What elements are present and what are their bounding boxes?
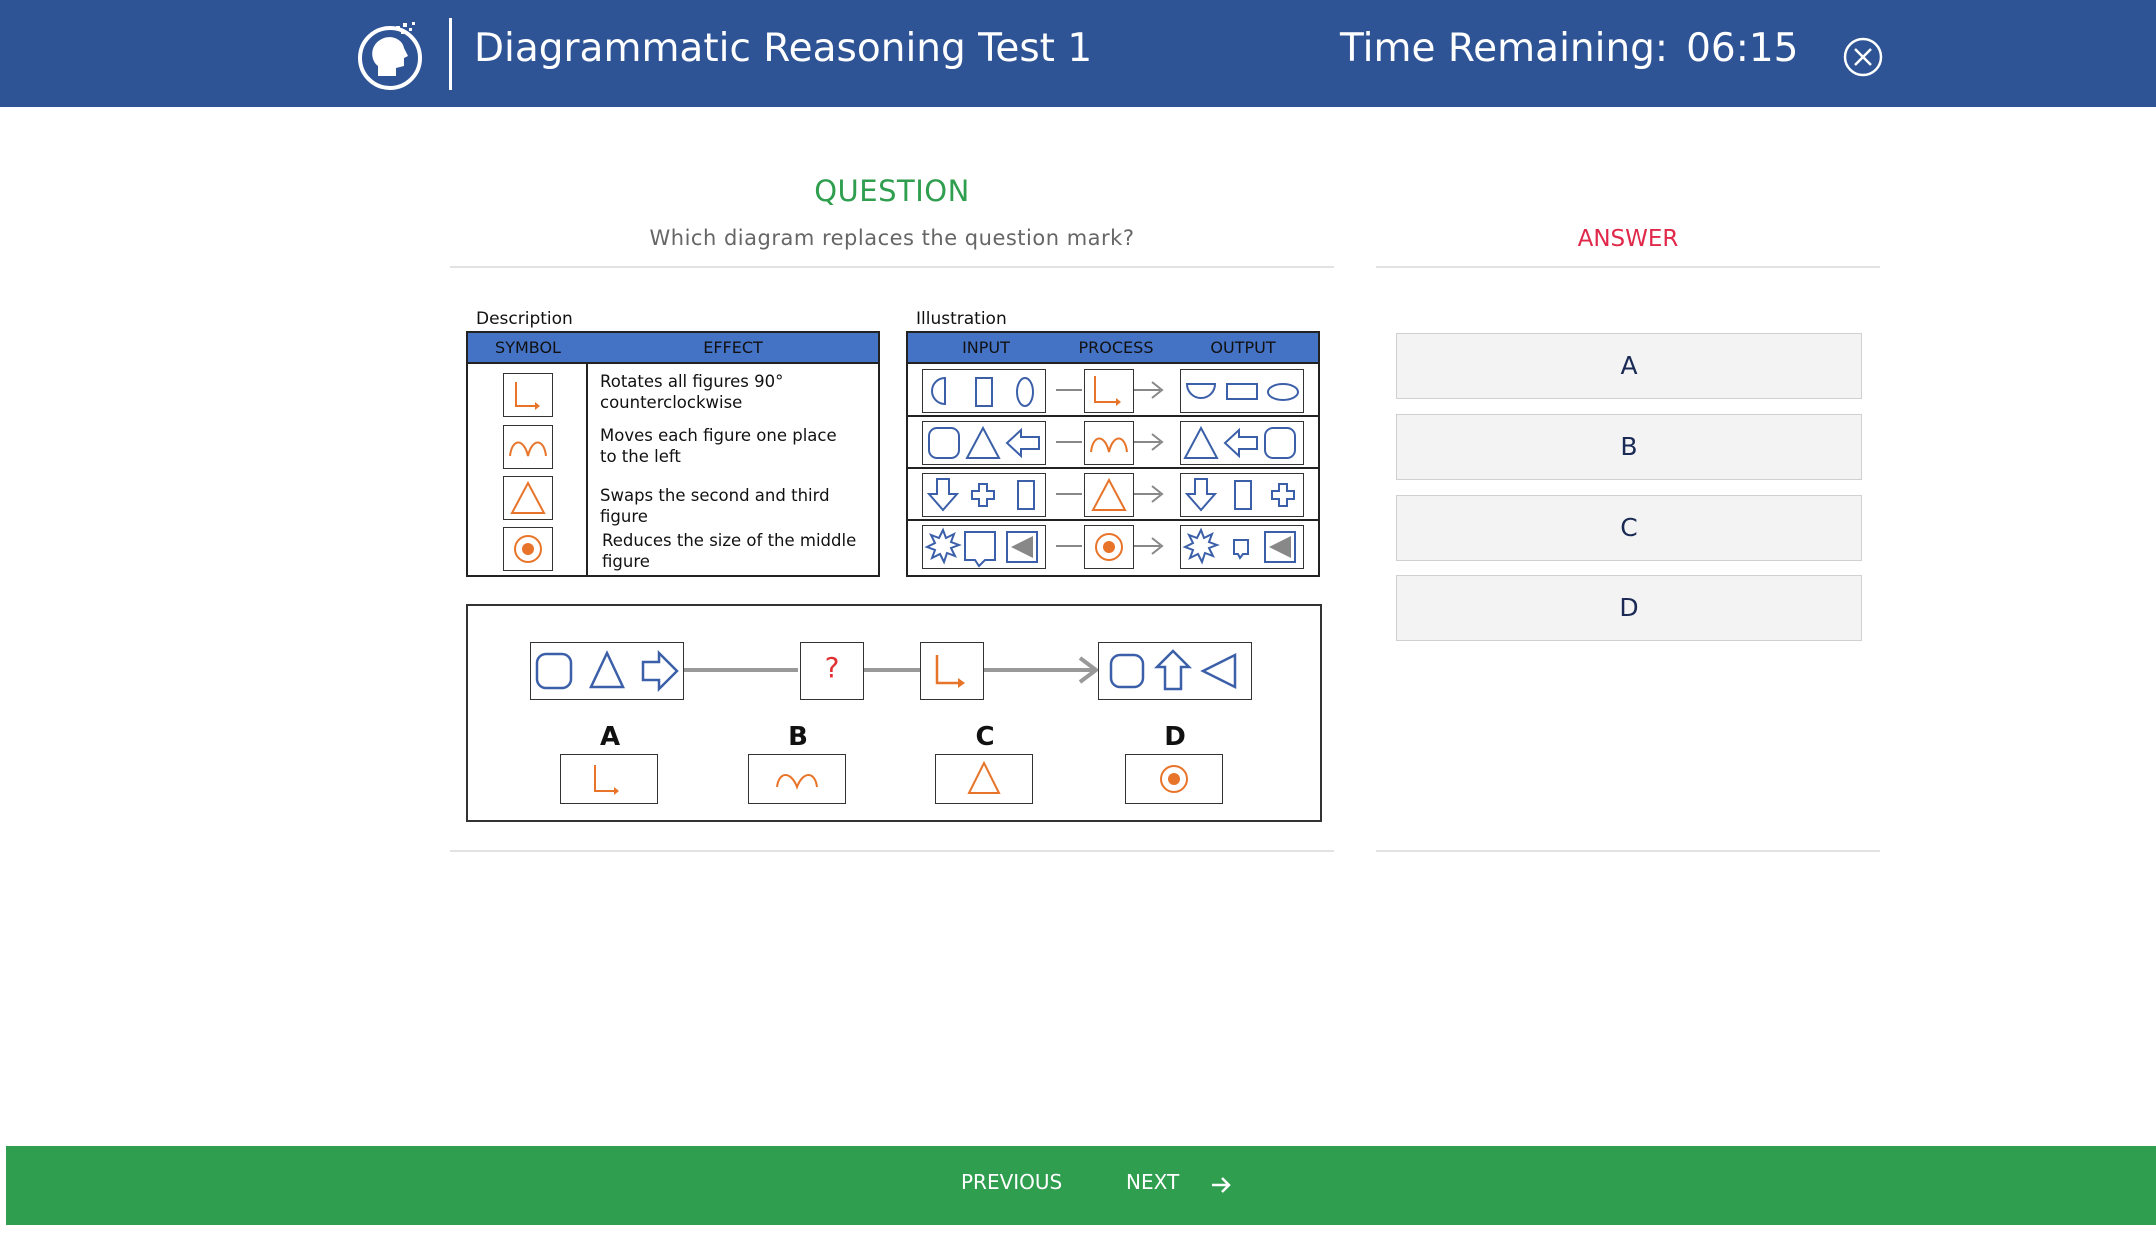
illustration-row-divider-1 [908,415,1318,417]
effect-row-4: Reduces the size of the middle figure [602,530,856,572]
bottom-nav-bar: PREVIOUS NEXT [6,1146,2156,1225]
illustration-table: INPUT PROCESS OUTPUT [906,331,1320,577]
illustration-row-divider-3 [908,519,1318,521]
answer-button-a[interactable]: A [1396,333,1862,399]
answer-bottom-divider [1376,850,1880,852]
description-column-divider [586,364,588,575]
close-circle-icon[interactable] [1842,36,1884,78]
option-b-double-arch-icon [748,754,846,804]
header-divider [449,18,452,90]
double-arch-icon [503,425,553,469]
puzzle-unknown-symbol: ? [800,642,864,700]
effect-row-3: Swaps the second and third figure [600,485,878,527]
question-prompt: Which diagram replaces the question mark… [649,226,1135,250]
previous-button[interactable]: PREVIOUS [961,1170,1062,1194]
col-header-output: OUTPUT [1210,338,1276,357]
question-bottom-divider [450,850,1334,852]
timer-label: Time Remaining: [1340,26,1669,71]
timer-value: 06:15 [1686,26,1799,71]
answer-button-d[interactable]: D [1396,575,1862,641]
answer-top-divider [1376,266,1880,268]
illustration-output-1 [1180,369,1304,413]
illustration-output-4 [1180,525,1304,569]
effect-row-2-line-2: to the left [600,447,681,466]
effect-row-1: Rotates all figures 90° counterclockwise [600,371,783,413]
illustration-caption: Illustration [916,309,1007,329]
question-mark: ? [824,651,840,684]
question-top-divider [450,266,1334,268]
target-dot-icon [1084,525,1134,569]
brain-head-logo-icon [358,22,422,90]
col-header-effect: EFFECT [703,338,763,357]
option-label-c: C [975,722,995,752]
effect-row-2-line-1: Moves each figure one place [600,426,837,445]
option-label-b: B [788,722,808,752]
option-d-target-dot-icon [1125,754,1223,804]
puzzle-input [530,642,684,700]
rotate-corner-arrow-icon [920,642,984,700]
answer-button-c[interactable]: C [1396,495,1862,561]
col-header-symbol: SYMBOL [495,338,561,357]
col-header-process: PROCESS [1078,338,1154,357]
test-title: Diagrammatic Reasoning Test 1 [474,26,1093,71]
triangle-icon [1084,473,1134,517]
illustration-input-2 [922,421,1046,465]
target-dot-icon [503,527,553,571]
answer-heading: ANSWER [1577,226,1679,252]
description-table: SYMBOL EFFECT Rotates all figures 90° co… [466,331,880,577]
effect-row-4-line-2: figure [602,552,650,571]
effect-row-4-line-1: Reduces the size of the middle [602,531,857,550]
double-arch-icon [1084,421,1134,465]
next-button[interactable]: NEXT [1126,1170,1179,1194]
description-table-header: SYMBOL EFFECT [468,333,878,364]
question-heading: QUESTION [814,174,970,208]
rotate-corner-arrow-icon [503,373,553,417]
effect-row-1-line-1: Rotates all figures 90° [600,372,784,391]
time-remaining: Time Remaining: 06:15 [1340,26,1798,71]
option-a-rotate-corner-arrow-icon [560,754,658,804]
col-header-input: INPUT [962,338,1010,357]
triangle-icon [503,476,553,520]
illustration-input-4 [922,525,1046,569]
option-label-d: D [1164,722,1186,752]
illustration-output-2 [1180,421,1304,465]
rotate-corner-arrow-icon [1084,369,1134,413]
top-header-bar: Diagrammatic Reasoning Test 1 Time Remai… [0,0,2156,107]
puzzle-output [1098,642,1252,700]
illustration-input-1 [922,369,1046,413]
effect-row-2: Moves each figure one place to the left [600,425,837,467]
illustration-row-divider-2 [908,467,1318,469]
option-label-a: A [599,722,621,752]
illustration-table-header: INPUT PROCESS OUTPUT [908,333,1318,364]
arrow-right-icon[interactable] [1208,1172,1234,1198]
description-caption: Description [476,309,573,329]
illustration-output-3 [1180,473,1304,517]
illustration-input-3 [922,473,1046,517]
answer-button-b[interactable]: B [1396,414,1862,480]
puzzle-diagram: ? A B C D [466,604,1322,822]
effect-row-3-line-1: Swaps the second and third figure [600,486,830,526]
effect-row-1-line-2: counterclockwise [600,393,743,412]
option-c-triangle-icon [935,754,1033,804]
